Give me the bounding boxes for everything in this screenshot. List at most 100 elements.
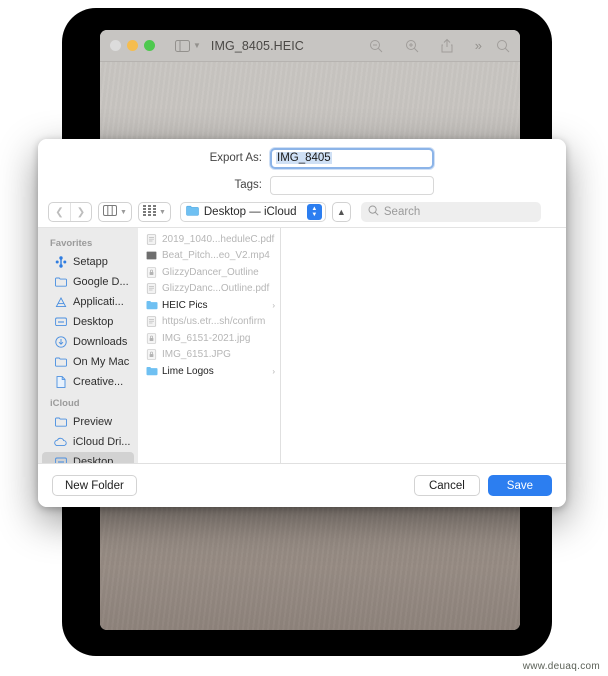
- sidebar-section-title: Favorites: [50, 238, 93, 249]
- document-icon: [54, 376, 67, 389]
- sheet-body: Favorites Setapp Google D... Applicati... De…: [38, 227, 566, 463]
- sidebar: Favorites Setapp Google D... Applicati... De…: [38, 228, 138, 463]
- sidebar-item-label: Applicati...: [73, 296, 124, 308]
- cancel-button[interactable]: Cancel: [413, 475, 480, 496]
- file-name: https/us.etr...sh/confirm: [162, 316, 266, 328]
- detail-pane: [281, 228, 566, 463]
- sidebar-item-google-d[interactable]: Google D...: [42, 272, 134, 292]
- search-icon[interactable]: [496, 39, 510, 53]
- file-name: GlizzyDancer_Outline: [162, 266, 259, 278]
- column-view-icon: [103, 203, 117, 221]
- export-save-dialog: Export As: IMG_8405 Tags: ❮ ❯ ▼ ▼ Deskto…: [38, 139, 566, 507]
- applications-icon: [54, 296, 67, 309]
- file-name: Beat_Pitch...eo_V2.mp4: [162, 250, 270, 262]
- window-titlebar: ▼ IMG_8405.HEIC »: [100, 30, 520, 62]
- path-popup-button[interactable]: Desktop — iCloud ▲ ▼: [179, 202, 326, 222]
- chevron-down-icon[interactable]: ▼: [193, 41, 201, 50]
- sidebar-item-creative[interactable]: Creative...: [42, 372, 134, 392]
- sidebar-item-preview[interactable]: Preview: [42, 412, 134, 432]
- locked-doc-icon: [146, 332, 157, 344]
- search-input[interactable]: Search: [360, 202, 541, 222]
- share-icon[interactable]: [441, 38, 453, 53]
- column-view-button[interactable]: ▼: [98, 202, 132, 222]
- sidebar-item-label: iCloud Dri...: [73, 436, 131, 448]
- export-as-row: Export As: IMG_8405: [38, 145, 566, 171]
- tags-input[interactable]: [270, 175, 434, 195]
- save-button[interactable]: Save: [487, 475, 552, 496]
- page-title: IMG_8405.HEIC: [210, 38, 304, 53]
- file-list-item[interactable]: HEIC Pics ›: [138, 297, 280, 314]
- footer-actions: Cancel Save: [413, 475, 552, 496]
- desktop-icon: [54, 456, 67, 463]
- pdf-icon: [146, 283, 157, 295]
- file-name: Lime Logos: [162, 365, 214, 377]
- chevron-down-icon: ▼: [158, 208, 166, 216]
- file-list-item[interactable]: https/us.etr...sh/confirm: [138, 314, 280, 331]
- cloud-icon: [54, 436, 67, 449]
- pdf-icon: [146, 316, 157, 328]
- close-button[interactable]: [110, 40, 121, 51]
- sidebar-toggle-icon[interactable]: [175, 39, 190, 52]
- file-list-item[interactable]: GlizzyDancer_Outline: [138, 264, 280, 281]
- sidebar-item-icloud-dri[interactable]: iCloud Dri...: [42, 432, 134, 452]
- desktop-icon: [54, 316, 67, 329]
- folder-icon: [146, 300, 158, 311]
- go-up-button[interactable]: ▲: [331, 202, 351, 222]
- sidebar-item-label: Preview: [73, 416, 113, 428]
- chevron-down-icon: ▼: [120, 208, 127, 216]
- export-as-value: IMG_8405: [276, 152, 332, 164]
- new-folder-button[interactable]: New Folder: [52, 475, 137, 496]
- sidebar-toggle-group[interactable]: ▼: [175, 39, 201, 52]
- chevron-right-icon: ›: [272, 300, 275, 310]
- file-list-item[interactable]: 2019_1040...heduleC.pdf: [138, 231, 280, 248]
- path-stepper-icon[interactable]: ▲ ▼: [306, 204, 322, 220]
- sidebar-item-downloads[interactable]: Downloads: [42, 332, 134, 352]
- watermark: www.deuaq.com: [522, 661, 600, 672]
- sidebar-item-label: Downloads: [73, 336, 128, 348]
- titlebar-right-group: »: [475, 38, 510, 53]
- file-list-item[interactable]: Lime Logos ›: [138, 363, 280, 380]
- file-name: 2019_1040...heduleC.pdf: [162, 233, 275, 245]
- zoom-button[interactable]: [144, 40, 155, 51]
- zoom-out-icon[interactable]: [369, 39, 383, 53]
- locked-doc-icon: [146, 349, 157, 361]
- file-list[interactable]: 2019_1040...heduleC.pdf Beat_Pitch...eo_V…: [138, 228, 281, 463]
- sidebar-item-on-my-mac[interactable]: On My Mac: [42, 352, 134, 372]
- file-list-item[interactable]: IMG_6151-2021.jpg: [138, 330, 280, 347]
- search-placeholder: Search: [383, 206, 421, 218]
- zoom-in-icon[interactable]: [405, 39, 419, 53]
- tags-label: Tags:: [234, 179, 263, 191]
- export-as-label: Export As:: [209, 152, 262, 164]
- sidebar-item-desktop[interactable]: Desktop: [42, 312, 134, 332]
- sidebar-item-setapp[interactable]: Setapp: [42, 252, 134, 272]
- downloads-icon: [54, 336, 67, 349]
- back-button[interactable]: ❮: [49, 203, 70, 221]
- file-list-item[interactable]: GlizzyDanc...Outline.pdf: [138, 281, 280, 298]
- sidebar-item-applicati[interactable]: Applicati...: [42, 292, 134, 312]
- video-icon: [146, 250, 157, 261]
- sidebar-section-title: iCloud: [50, 398, 80, 409]
- locked-doc-icon: [146, 266, 157, 278]
- sheet-footer: New Folder Cancel Save: [38, 463, 566, 507]
- folder-icon: [146, 366, 158, 377]
- file-name: IMG_6151-2021.jpg: [162, 332, 251, 344]
- minimize-button[interactable]: [127, 40, 138, 51]
- path-label: Desktop — iCloud: [203, 206, 297, 218]
- file-list-item[interactable]: Beat_Pitch...eo_V2.mp4: [138, 248, 280, 265]
- sidebar-item-label: On My Mac: [73, 356, 130, 368]
- search-icon: [368, 203, 379, 221]
- sheet-header: Export As: IMG_8405 Tags:: [38, 139, 566, 197]
- sidebar-item-label: Creative...: [73, 376, 124, 388]
- forward-button[interactable]: ❯: [70, 203, 91, 221]
- export-as-input[interactable]: IMG_8405: [270, 147, 434, 169]
- more-icon[interactable]: »: [475, 38, 482, 53]
- sidebar-item-label: Desktop: [73, 456, 114, 463]
- icon-view-button[interactable]: ▼: [137, 202, 171, 222]
- pdf-icon: [146, 233, 157, 245]
- sidebar-item-desktop[interactable]: Desktop: [42, 452, 134, 463]
- file-list-item[interactable]: IMG_6151.JPG: [138, 347, 280, 364]
- file-name: HEIC Pics: [162, 299, 208, 311]
- file-name: GlizzyDanc...Outline.pdf: [162, 283, 270, 295]
- file-name: IMG_6151.JPG: [162, 349, 231, 361]
- folder-icon: [186, 203, 199, 221]
